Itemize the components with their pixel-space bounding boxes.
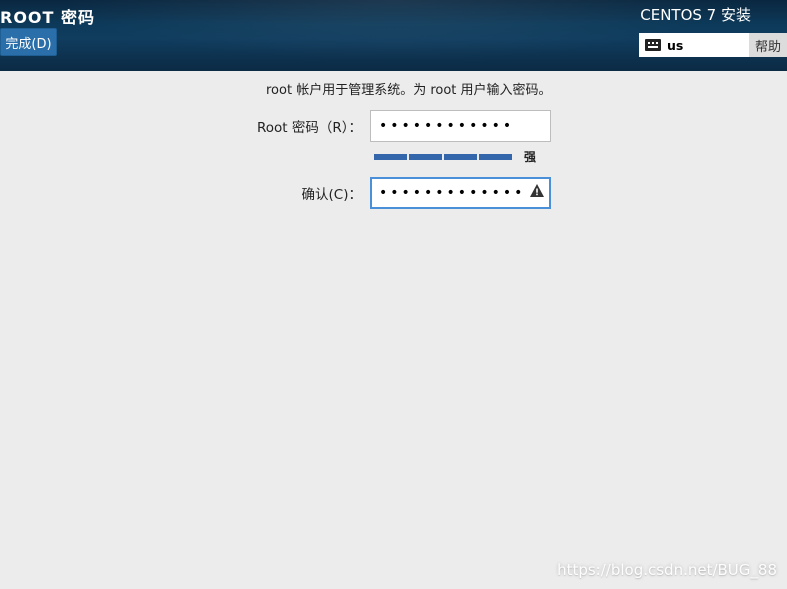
root-password-form: root 帐户用于管理系统。为 root 用户输入密码。 Root 密码（R）：…: [0, 71, 787, 209]
page-title: ROOT 密码: [0, 4, 95, 28]
watermark: https://blog.csdn.net/BUG_88: [557, 561, 777, 579]
password-strength-meter: 强: [374, 148, 787, 165]
strength-segment: [374, 154, 407, 160]
keyboard-icon: [645, 39, 661, 51]
done-button[interactable]: 完成(D): [0, 28, 57, 56]
strength-segment: [444, 154, 477, 160]
installer-name: CENTOS 7 安装: [640, 4, 751, 25]
keyboard-layout-code: us: [667, 38, 683, 53]
strength-segment: [479, 154, 512, 160]
help-button[interactable]: 帮助: [749, 33, 787, 57]
confirm-password-input[interactable]: [370, 177, 551, 209]
confirm-label: 确认(C)：: [0, 183, 370, 203]
confirm-row: 确认(C)：: [0, 177, 787, 209]
password-label: Root 密码（R）：: [0, 116, 370, 136]
strength-segment: [409, 154, 442, 160]
form-description: root 帐户用于管理系统。为 root 用户输入密码。: [266, 79, 787, 98]
strength-label: 强: [524, 148, 536, 165]
password-row: Root 密码（R）：: [0, 110, 787, 142]
keyboard-layout-indicator[interactable]: us: [639, 33, 749, 57]
root-password-input[interactable]: [370, 110, 551, 142]
installer-header: ROOT 密码 完成(D) CENTOS 7 安装 us 帮助: [0, 0, 787, 71]
